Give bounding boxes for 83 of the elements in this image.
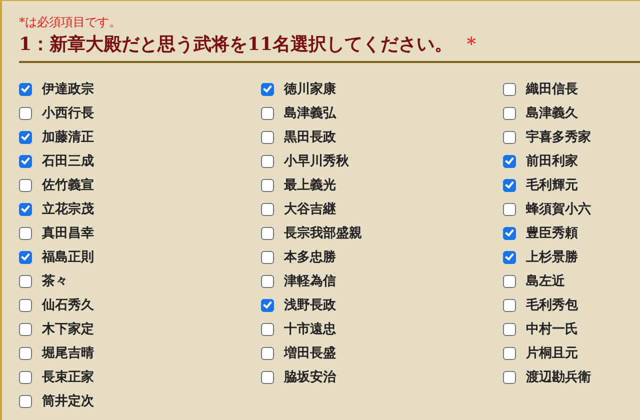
option-label[interactable]: 毛利秀包 bbox=[526, 296, 578, 314]
option-label[interactable]: 毛利輝元 bbox=[526, 176, 578, 194]
option-label[interactable]: 中村一氏 bbox=[526, 320, 578, 338]
checkbox[interactable] bbox=[19, 202, 32, 216]
option-label[interactable]: 前田利家 bbox=[526, 152, 578, 170]
checkbox[interactable] bbox=[503, 130, 516, 144]
checkbox[interactable] bbox=[261, 130, 274, 144]
option-label[interactable]: 堀尾吉晴 bbox=[42, 344, 94, 362]
required-mark: * bbox=[466, 34, 476, 55]
checkbox[interactable] bbox=[19, 370, 32, 384]
checkbox[interactable] bbox=[19, 322, 32, 336]
option-label[interactable]: 仙石秀久 bbox=[42, 296, 94, 314]
option-label[interactable]: 黒田長政 bbox=[284, 128, 336, 146]
option-label[interactable]: 豊臣秀頼 bbox=[526, 224, 578, 242]
checkbox[interactable] bbox=[503, 178, 516, 192]
question-title: 1：新章大殿だと思う武将を11名選択してください。 bbox=[19, 33, 453, 57]
option-label[interactable]: 加藤清正 bbox=[42, 128, 94, 146]
checkbox[interactable] bbox=[503, 226, 516, 240]
option-label[interactable]: 蜂須賀小六 bbox=[526, 200, 591, 218]
option-label[interactable]: 増田長盛 bbox=[284, 344, 336, 362]
option-label[interactable]: 長宗我部盛親 bbox=[284, 224, 362, 242]
option-label[interactable]: 長束正家 bbox=[42, 368, 94, 386]
checkbox[interactable] bbox=[261, 178, 274, 192]
checkbox[interactable] bbox=[503, 106, 516, 120]
checkbox[interactable] bbox=[19, 226, 32, 240]
option-label[interactable]: 大谷吉継 bbox=[284, 200, 336, 218]
option-label[interactable]: 伊達政宗 bbox=[42, 80, 94, 98]
checkbox[interactable] bbox=[19, 178, 32, 192]
option-label[interactable]: 島津義久 bbox=[526, 104, 578, 122]
option-label[interactable]: 小早川秀秋 bbox=[284, 152, 349, 170]
option-label[interactable]: 茶々 bbox=[42, 272, 68, 290]
option-label[interactable]: 筒井定次 bbox=[42, 392, 94, 410]
option-label[interactable]: 佐竹義宣 bbox=[42, 176, 94, 194]
checkbox[interactable] bbox=[503, 202, 516, 216]
option-label[interactable]: 木下家定 bbox=[42, 320, 94, 338]
checkbox[interactable] bbox=[261, 370, 274, 384]
option-label[interactable]: 島津義弘 bbox=[284, 104, 336, 122]
checkbox[interactable] bbox=[261, 154, 274, 168]
checkbox[interactable] bbox=[503, 298, 516, 312]
checkbox[interactable] bbox=[503, 154, 516, 168]
required-note: *は必須項目です。 bbox=[19, 14, 122, 30]
option-label[interactable]: 徳川家康 bbox=[284, 80, 336, 98]
option-label[interactable]: 立花宗茂 bbox=[42, 200, 94, 218]
checkbox[interactable] bbox=[19, 394, 32, 408]
checkbox[interactable] bbox=[19, 298, 32, 312]
option-label[interactable]: 宇喜多秀家 bbox=[526, 128, 591, 146]
checkbox[interactable] bbox=[261, 226, 274, 240]
checkbox[interactable] bbox=[503, 250, 516, 264]
checkbox[interactable] bbox=[19, 154, 32, 168]
checkbox[interactable] bbox=[261, 274, 274, 288]
checkbox[interactable] bbox=[261, 202, 274, 216]
option-label[interactable]: 脇坂安治 bbox=[284, 368, 336, 386]
option-label[interactable]: 真田昌幸 bbox=[42, 224, 94, 242]
option-label[interactable]: 島左近 bbox=[526, 272, 565, 290]
checkbox[interactable] bbox=[19, 82, 32, 96]
checkbox[interactable] bbox=[261, 82, 274, 96]
checkbox[interactable] bbox=[261, 346, 274, 360]
checkbox[interactable] bbox=[19, 274, 32, 288]
checkbox[interactable] bbox=[503, 346, 516, 360]
option-label[interactable]: 片桐且元 bbox=[526, 344, 578, 362]
option-label[interactable]: 小西行長 bbox=[42, 104, 94, 122]
option-label[interactable]: 十市遠忠 bbox=[284, 320, 336, 338]
option-label[interactable]: 石田三成 bbox=[42, 152, 94, 170]
checkbox[interactable] bbox=[503, 274, 516, 288]
option-label[interactable]: 福島正則 bbox=[42, 248, 94, 266]
option-label[interactable]: 渡辺勘兵衛 bbox=[526, 368, 591, 386]
option-label[interactable]: 上杉景勝 bbox=[526, 248, 578, 266]
option-label[interactable]: 本多忠勝 bbox=[284, 248, 336, 266]
checkbox[interactable] bbox=[261, 322, 274, 336]
checkbox[interactable] bbox=[503, 322, 516, 336]
checkbox[interactable] bbox=[19, 346, 32, 360]
checkbox[interactable] bbox=[503, 82, 516, 96]
checkbox[interactable] bbox=[261, 106, 274, 120]
option-label[interactable]: 最上義光 bbox=[284, 176, 336, 194]
checkbox[interactable] bbox=[19, 130, 32, 144]
checkbox[interactable] bbox=[19, 106, 32, 120]
checkbox[interactable] bbox=[503, 370, 516, 384]
option-label[interactable]: 津軽為信 bbox=[284, 272, 336, 290]
checkbox[interactable] bbox=[19, 250, 32, 264]
checkbox[interactable] bbox=[261, 250, 274, 264]
checkbox[interactable] bbox=[261, 298, 274, 312]
option-label[interactable]: 織田信長 bbox=[526, 80, 578, 98]
option-label[interactable]: 浅野長政 bbox=[284, 296, 336, 314]
